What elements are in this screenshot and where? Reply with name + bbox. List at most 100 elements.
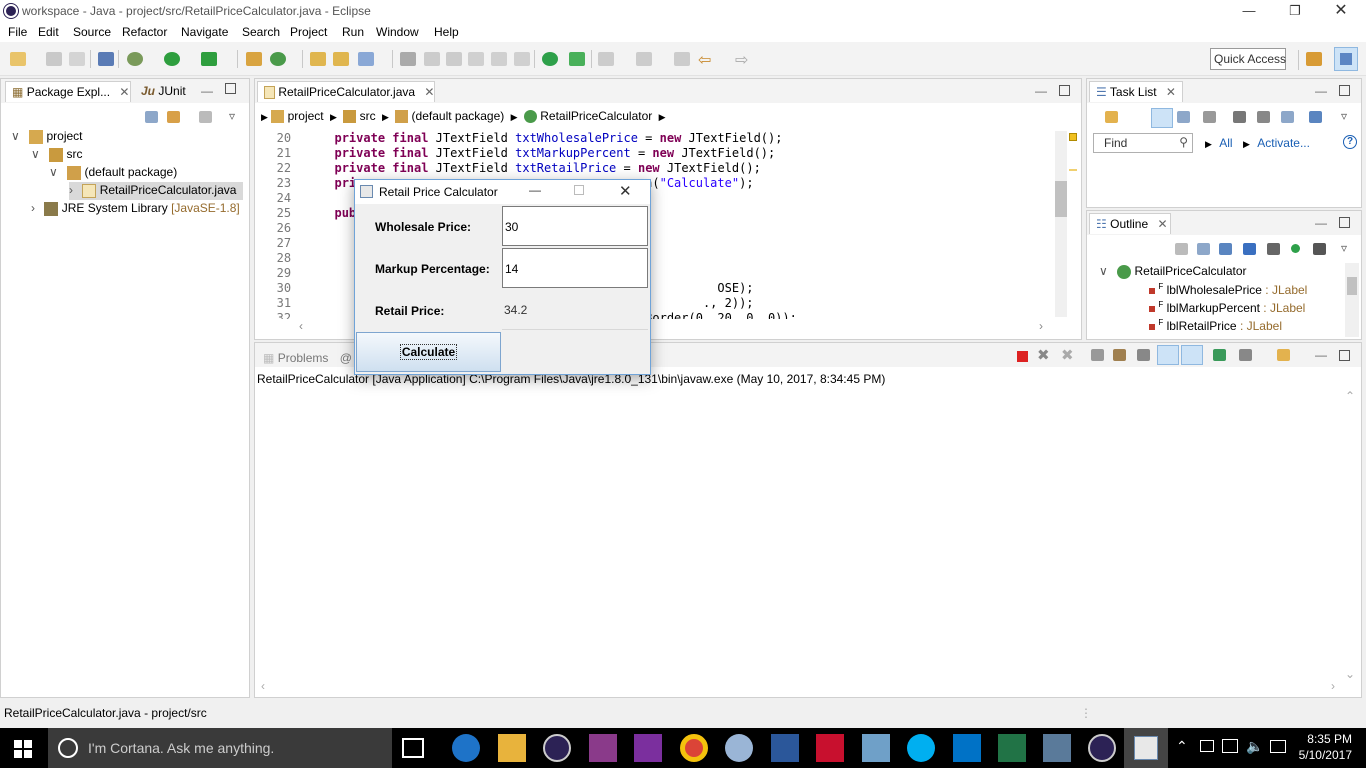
tray-chevron-up-icon[interactable]: ⌃ [1176, 738, 1188, 755]
calculate-button[interactable]: Calculate [356, 332, 501, 372]
java-perspective-button[interactable] [1334, 47, 1358, 71]
hide-completed-icon[interactable] [1233, 111, 1246, 123]
show-stdout-button[interactable] [1157, 345, 1179, 365]
taskbar-date[interactable]: 5/10/2017 [1296, 748, 1352, 762]
close-icon[interactable]: ✕ [1157, 217, 1167, 231]
word-icon[interactable] [771, 734, 799, 762]
pen-icon[interactable] [424, 52, 440, 66]
last-edit-icon[interactable] [674, 52, 690, 66]
menu-edit[interactable]: Edit [38, 25, 59, 39]
minimize-view-icon[interactable]: — [1035, 84, 1047, 98]
tray-keyboard-icon[interactable] [1270, 740, 1286, 753]
overview-marker[interactable] [1069, 133, 1077, 141]
tab-package-explorer[interactable]: ▦ Package Expl... ✕ [5, 81, 131, 102]
categorized-button[interactable] [1151, 108, 1173, 128]
show-whitespace-icon[interactable] [491, 52, 507, 66]
tab-task-list[interactable]: ☰ Task List ✕ [1089, 81, 1183, 102]
cortana-search-box[interactable]: I'm Cortana. Ask me anything. [48, 728, 392, 768]
menu-search[interactable]: Search [242, 25, 280, 39]
search-icon[interactable] [358, 52, 374, 66]
tab-junit[interactable]: Ju JUnit [135, 81, 192, 102]
breadcrumb-package[interactable]: (default package) [412, 109, 505, 123]
scrollbar-thumb[interactable] [1055, 181, 1067, 217]
chrome-icon[interactable] [680, 734, 708, 762]
minimize-view-icon[interactable]: — [1315, 216, 1327, 230]
maximize-view-icon[interactable] [1059, 85, 1070, 96]
task-view-icon[interactable] [402, 738, 424, 758]
pin-console-icon[interactable] [1213, 349, 1226, 361]
outline-scrollbar[interactable] [1345, 263, 1359, 337]
tab-problems[interactable]: ▦ Problems @ [257, 348, 358, 369]
scroll-right-icon[interactable]: › [1331, 679, 1335, 693]
save-all-icon[interactable] [69, 52, 85, 66]
new-class-icon[interactable] [270, 52, 286, 66]
scrollbar-thumb[interactable] [1347, 277, 1357, 295]
hide-fields-icon[interactable] [1243, 243, 1256, 255]
open-console-icon[interactable] [1277, 349, 1290, 361]
activate-link[interactable]: ▶ Activate... [1243, 136, 1310, 150]
collapse-all-icon[interactable] [1281, 111, 1294, 123]
skip-breakpoints-icon[interactable] [98, 52, 114, 66]
breadcrumb-class[interactable]: RetailPriceCalculator [540, 109, 652, 123]
menu-navigate[interactable]: Navigate [181, 25, 228, 39]
maximize-view-icon[interactable] [1339, 217, 1350, 228]
markup-percentage-input[interactable]: 14 [502, 248, 648, 288]
tree-item-jre[interactable]: › JRE System Library [JavaSE-1.8] [31, 201, 240, 216]
prev-annotation-icon[interactable] [636, 52, 652, 66]
quick-access-field[interactable]: Quick Access [1210, 48, 1286, 70]
code-line[interactable]: 22 private final JTextField txtRetailPri… [255, 161, 1055, 176]
tray-network-icon[interactable] [1222, 739, 1238, 753]
outline-class[interactable]: ∨ RetailPriceCalculator [1099, 264, 1247, 279]
outline-member[interactable]: F lblRetailPrice : JLabel [1149, 318, 1282, 333]
dialog-close-button[interactable]: ✕ [619, 182, 632, 200]
run-icon[interactable] [164, 52, 180, 66]
maximize-view-icon[interactable] [225, 83, 236, 94]
debug-icon[interactable] [127, 52, 143, 66]
remove-launch-icon[interactable]: ✖ [1037, 346, 1050, 364]
virtualbox-icon[interactable] [1043, 734, 1071, 762]
pilcrow-icon[interactable] [514, 52, 530, 66]
breadcrumb-src[interactable]: src [360, 109, 376, 123]
notepad-icon[interactable] [862, 734, 890, 762]
new-task-icon[interactable] [1105, 111, 1118, 123]
block-selection-icon[interactable] [468, 52, 484, 66]
acrobat-icon[interactable] [816, 734, 844, 762]
maximize-view-icon[interactable] [1339, 85, 1350, 96]
menu-project[interactable]: Project [290, 25, 327, 39]
console-horizontal-scrollbar[interactable]: ‹ › [259, 679, 1339, 695]
file-explorer-icon[interactable] [498, 734, 526, 762]
annotation-icon[interactable] [400, 52, 416, 66]
filter-icon[interactable] [199, 111, 212, 123]
windows-start-button[interactable] [14, 740, 32, 758]
new-java-project-icon[interactable] [246, 52, 262, 66]
new-icon[interactable] [10, 52, 26, 66]
scroll-left-icon[interactable]: ‹ [299, 319, 303, 333]
filter-all-link[interactable]: ▶ All [1205, 136, 1233, 150]
outline-member[interactable]: F lblMarkupPercent : JLabel [1149, 300, 1305, 315]
edge-icon[interactable] [452, 734, 480, 762]
maximize-view-icon[interactable] [1339, 350, 1350, 361]
remove-all-icon[interactable]: ✖ [1061, 346, 1074, 364]
tray-battery-icon[interactable] [1200, 740, 1214, 752]
eclipse-taskbar-icon[interactable] [1088, 734, 1116, 762]
outlook-icon[interactable] [953, 734, 981, 762]
eclipse-taskbar-icon[interactable] [543, 734, 571, 762]
close-icon[interactable]: ✕ [119, 85, 129, 99]
back-icon[interactable]: ⇦ [698, 50, 711, 70]
task-repo-icon[interactable] [1309, 111, 1322, 123]
collapse-all-icon[interactable] [145, 111, 158, 123]
menu-source[interactable]: Source [73, 25, 111, 39]
overview-marker[interactable] [1069, 169, 1077, 171]
bug-icon[interactable] [542, 52, 558, 66]
save-icon[interactable] [46, 52, 62, 66]
minimize-view-icon[interactable]: — [1315, 84, 1327, 98]
scroll-right-icon[interactable]: › [1039, 319, 1043, 333]
scroll-up-icon[interactable]: ⌃ [1345, 389, 1355, 403]
console-vertical-scrollbar[interactable]: ⌃ ⌄ [1343, 389, 1357, 681]
open-perspective-icon[interactable] [1306, 52, 1322, 66]
taskbar-time[interactable]: 8:35 PM [1300, 732, 1352, 746]
hide-non-public-icon[interactable] [1291, 244, 1300, 253]
outline-member[interactable]: F lblWholesalePrice : JLabel [1149, 282, 1307, 297]
onenote-icon[interactable] [634, 734, 662, 762]
link-editor-icon[interactable] [167, 111, 180, 123]
